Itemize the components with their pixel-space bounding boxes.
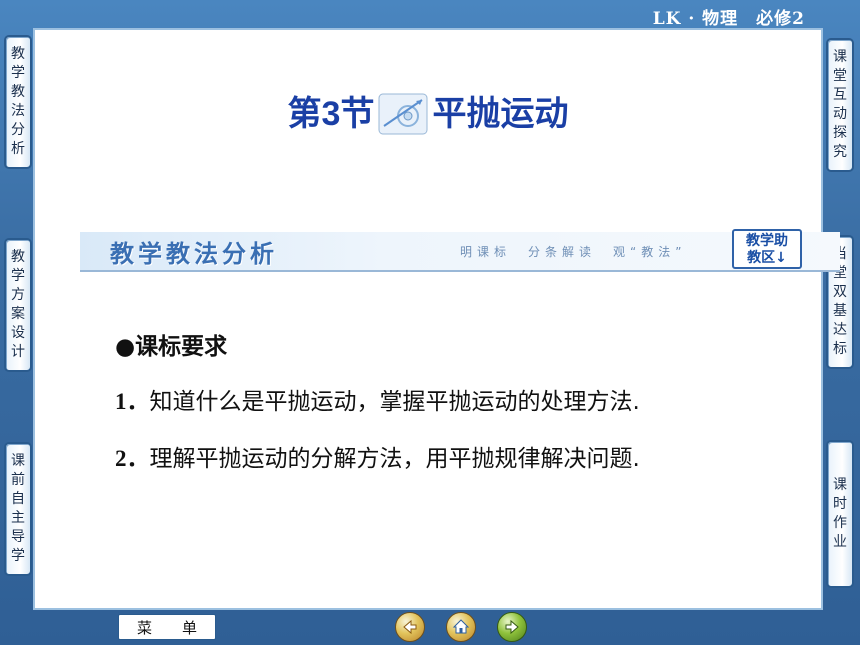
banner-title: 教学教法分析 bbox=[110, 239, 278, 268]
tab-pre-class-self-study[interactable]: 课 前 自 主 导 学 bbox=[4, 442, 32, 576]
menu-button[interactable]: 菜 单 bbox=[118, 614, 216, 640]
page-title: 第3节 平抛运动 bbox=[287, 92, 569, 136]
previous-button[interactable] bbox=[395, 612, 425, 642]
next-button[interactable] bbox=[497, 612, 527, 642]
home-button[interactable] bbox=[446, 612, 476, 642]
home-icon bbox=[452, 619, 470, 634]
target-arrow-icon bbox=[378, 92, 428, 136]
list-item: 1．知道什么是平抛运动，掌握平抛运动的处理方法. bbox=[115, 389, 640, 415]
teaching-aid-button[interactable]: 教学助 教区↓ bbox=[732, 229, 802, 269]
tab-teaching-plan-design[interactable]: 教 学 方 案 设 计 bbox=[4, 238, 32, 372]
header-brand: LK · 物理 必修2 bbox=[652, 9, 805, 29]
next-icon bbox=[505, 619, 519, 635]
tab-teaching-method-analysis[interactable]: 教 学 教 法 分 析 bbox=[4, 35, 32, 169]
slide-canvas: 第3节 平抛运动 教学教法分析 明课标 分条解读 观“教法” ●课标要求 1．知… bbox=[35, 30, 840, 608]
banner-subtitle: 明课标 分条解读 观“教法” bbox=[460, 245, 687, 259]
tab-classroom-interaction[interactable]: 课 堂 互 动 探 究 bbox=[826, 38, 854, 172]
list-item: 2．理解平抛运动的分解方法，用平抛规律解决问题. bbox=[115, 446, 640, 472]
section-banner: 教学教法分析 明课标 分条解读 观“教法” bbox=[80, 232, 840, 272]
previous-icon bbox=[403, 619, 417, 635]
section-heading: ●课标要求 bbox=[115, 334, 228, 360]
tab-homework[interactable]: 课 时 作 业 bbox=[826, 440, 854, 588]
